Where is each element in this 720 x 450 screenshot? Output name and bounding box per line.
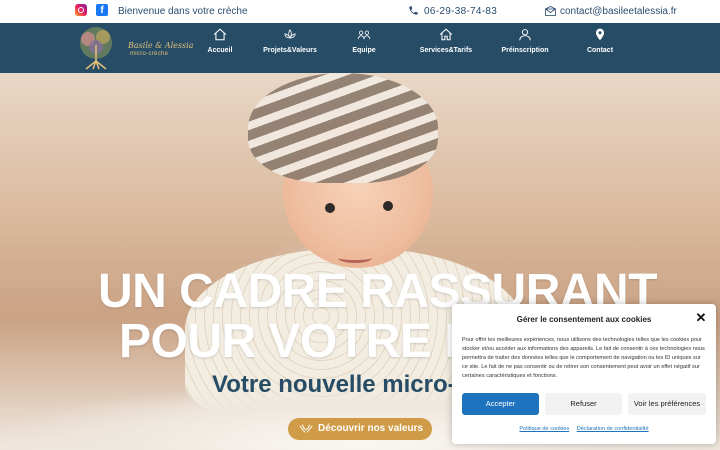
home-icon <box>213 28 227 41</box>
pin-icon <box>595 28 605 41</box>
logo-tree[interactable] <box>70 25 122 71</box>
nav-item-projets-valeurs[interactable]: Projets&Valeurs <box>250 28 330 54</box>
nav-item-preinscription[interactable]: Préinscription <box>485 28 565 54</box>
consent-text: Pour offrir les meilleures expériences, … <box>462 337 705 379</box>
phone-icon <box>409 6 418 15</box>
nav-label: Projets&Valeurs <box>263 47 317 54</box>
baby-mouth <box>338 253 372 263</box>
baby-eye <box>383 201 393 211</box>
nav-label: Contact <box>586 47 614 54</box>
nav-label: Accueil <box>207 47 233 54</box>
instagram-icon[interactable] <box>75 4 87 16</box>
baby-hat <box>248 73 438 183</box>
nav-label: Equipe <box>352 47 376 54</box>
welcome-text: Bienvenue dans votre crèche <box>118 6 248 17</box>
consent-title: Gérer le consentement aux cookies <box>516 315 652 324</box>
phone-number[interactable]: 06-29-38-74-83 <box>424 6 497 17</box>
discover-values-button[interactable]: Découvrir nos valeurs <box>288 418 432 440</box>
hero-title-line2: POUR VOTRE E <box>119 315 476 368</box>
top-bar: f Bienvenue dans votre crèche 06-29-38-7… <box>0 0 720 23</box>
cookie-policy-link[interactable]: Politique de cookies <box>519 426 569 432</box>
hands-icon <box>299 424 313 433</box>
cookie-consent-dialog: Gérer le consentement aux cookies ✕ Pour… <box>452 304 716 444</box>
close-icon[interactable]: ✕ <box>694 311 708 325</box>
cta-label: Découvrir nos valeurs <box>318 423 424 434</box>
nav-label: Préinscription <box>501 47 549 54</box>
lotus-icon <box>284 29 296 39</box>
facebook-icon[interactable]: f <box>96 4 108 16</box>
team-icon <box>357 30 371 40</box>
privacy-statement-link[interactable]: Déclaration de confidentialité <box>577 426 649 432</box>
nav-item-contact[interactable]: Contact <box>560 28 640 54</box>
hero-subtitle: Votre nouvelle micro-c <box>212 371 469 398</box>
accept-button[interactable]: Accepter <box>462 393 539 415</box>
user-icon <box>519 29 531 41</box>
email-link[interactable]: contact@basileetalessia.fr <box>560 6 677 17</box>
house-icon <box>439 28 453 41</box>
consent-links: Politique de cookies Déclaration de conf… <box>452 426 716 432</box>
preferences-button[interactable]: Voir les préférences <box>628 393 706 415</box>
refuse-button[interactable]: Refuser <box>545 393 622 415</box>
mail-icon <box>545 6 556 16</box>
nav-label: Services&Tarifs <box>419 47 473 54</box>
nav-item-accueil[interactable]: Accueil <box>180 28 260 54</box>
brand-tagline: micro-crèche <box>130 51 169 57</box>
baby-eye <box>325 203 335 213</box>
nav-item-equipe[interactable]: Equipe <box>324 28 404 54</box>
nav-item-services-tarifs[interactable]: Services&Tarifs <box>406 28 486 54</box>
